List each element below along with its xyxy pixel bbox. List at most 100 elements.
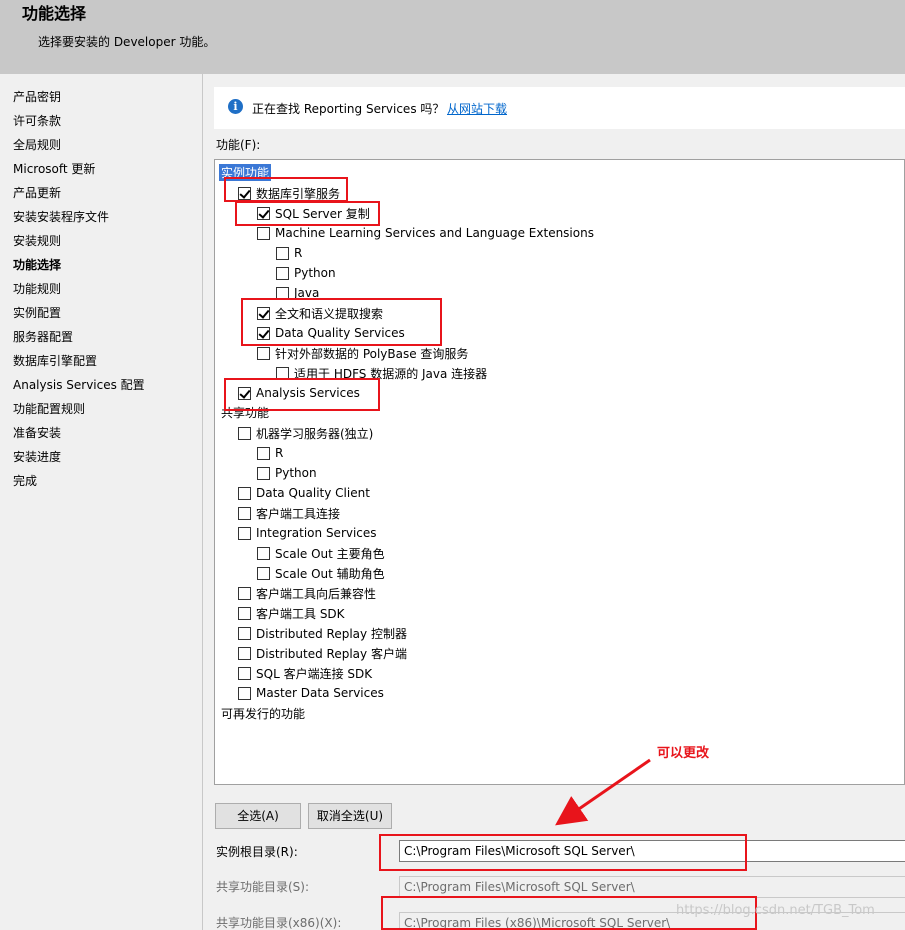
feature-item-client-tools-connectivity[interactable]: 客户端工具连接: [238, 504, 340, 522]
checkbox[interactable]: [257, 306, 270, 320]
sidebar-item-feature-configuration-rules[interactable]: 功能配置规则: [13, 400, 85, 417]
feature-item-ml-r[interactable]: R: [276, 244, 302, 262]
feature-item-data-quality-services[interactable]: Data Quality Services: [257, 324, 405, 342]
checkbox[interactable]: [257, 346, 270, 360]
feature-tree[interactable]: 实例功能 数据库引擎服务 SQL Server 复制 Machine Learn…: [214, 159, 905, 785]
redistributable-features-header[interactable]: 可再发行的功能: [221, 705, 305, 722]
sidebar-item-server-configuration[interactable]: 服务器配置: [13, 328, 73, 345]
feature-item-client-tools-backwards-compat[interactable]: 客户端工具向后兼容性: [238, 584, 376, 602]
feature-item-hdfs-java-connector[interactable]: 适用于 HDFS 数据源的 Java 连接器: [276, 364, 487, 382]
feature-item-full-text-search[interactable]: 全文和语义提取搜索: [257, 304, 383, 322]
sidebar-item-product-key[interactable]: 产品密钥: [13, 88, 61, 105]
checkbox[interactable]: [238, 506, 251, 520]
instance-features-header[interactable]: 实例功能: [219, 164, 272, 181]
checkbox[interactable]: [257, 326, 270, 340]
feature-item-master-data-services[interactable]: Master Data Services: [238, 684, 384, 702]
feature-label: Java: [294, 286, 320, 300]
feature-item-machine-learning-services[interactable]: Machine Learning Services and Language E…: [257, 224, 594, 242]
checkbox[interactable]: [257, 206, 270, 220]
sidebar-item-license-terms[interactable]: 许可条款: [13, 112, 61, 129]
select-all-button[interactable]: 全选(A): [215, 803, 301, 829]
page-title: 功能选择: [22, 4, 87, 23]
checkbox[interactable]: [257, 546, 270, 560]
feature-label: Python: [294, 266, 336, 280]
checkbox[interactable]: [238, 526, 251, 540]
sidebar: 产品密钥 许可条款 全局规则 Microsoft 更新 产品更新 安装安装程序文…: [0, 74, 203, 930]
checkbox[interactable]: [276, 266, 289, 280]
feature-label: Distributed Replay 客户端: [256, 646, 407, 661]
feature-item-integration-services[interactable]: Integration Services: [238, 524, 377, 542]
feature-item-scale-out-master[interactable]: Scale Out 主要角色: [257, 544, 385, 562]
features-label: 功能(F):: [216, 138, 261, 152]
sidebar-item-feature-rules[interactable]: 功能规则: [13, 280, 61, 297]
feature-item-database-engine[interactable]: 数据库引擎服务: [238, 184, 340, 202]
feature-label: R: [294, 246, 303, 260]
feature-item-standalone-python[interactable]: Python: [257, 464, 317, 482]
checkbox[interactable]: [276, 366, 289, 380]
checkbox[interactable]: [257, 446, 270, 460]
feature-item-sql-client-connectivity-sdk[interactable]: SQL 客户端连接 SDK: [238, 664, 372, 682]
checkbox[interactable]: [238, 686, 251, 700]
shared-features-header[interactable]: 共享功能: [221, 404, 269, 421]
checkbox[interactable]: [276, 246, 289, 260]
feature-label: Python: [275, 466, 317, 480]
sidebar-item-global-rules[interactable]: 全局规则: [13, 136, 61, 153]
feature-item-sql-replication[interactable]: SQL Server 复制: [257, 204, 370, 222]
checkbox[interactable]: [276, 286, 289, 300]
feature-item-ml-java[interactable]: Java: [276, 284, 319, 302]
checkbox[interactable]: [257, 566, 270, 580]
checkbox[interactable]: [238, 186, 251, 200]
checkbox[interactable]: [238, 626, 251, 640]
checkbox[interactable]: [238, 606, 251, 620]
feature-label: 客户端工具 SDK: [256, 606, 345, 621]
feature-item-client-tools-sdk[interactable]: 客户端工具 SDK: [238, 604, 345, 622]
sidebar-item-installation-progress[interactable]: 安装进度: [13, 448, 61, 465]
sidebar-item-ready-to-install[interactable]: 准备安装: [13, 424, 61, 441]
feature-label: 针对外部数据的 PolyBase 查询服务: [275, 346, 469, 361]
sidebar-item-product-updates[interactable]: 产品更新: [13, 184, 61, 201]
checkbox[interactable]: [238, 486, 251, 500]
shared-dir-x86-label: 共享功能目录(x86)(X):: [216, 916, 342, 930]
checkbox[interactable]: [238, 646, 251, 660]
feature-item-distributed-replay-controller[interactable]: Distributed Replay 控制器: [238, 624, 407, 642]
checkbox[interactable]: [238, 586, 251, 600]
checkbox[interactable]: [238, 386, 251, 400]
feature-item-analysis-services[interactable]: Analysis Services: [238, 384, 360, 402]
info-text: 正在查找 Reporting Services 吗？: [252, 102, 445, 116]
feature-label: Distributed Replay 控制器: [256, 626, 407, 641]
checkbox[interactable]: [238, 666, 251, 680]
sidebar-item-feature-selection[interactable]: 功能选择: [13, 256, 61, 273]
feature-item-data-quality-client[interactable]: Data Quality Client: [238, 484, 370, 502]
sidebar-item-instance-configuration[interactable]: 实例配置: [13, 304, 61, 321]
sidebar-item-microsoft-update[interactable]: Microsoft 更新: [13, 160, 95, 177]
feature-item-ml-server-standalone[interactable]: 机器学习服务器(独立): [238, 424, 373, 442]
instance-root-label: 实例根目录(R):: [216, 845, 298, 859]
page-header: 功能选择 选择要安装的 Developer 功能。: [0, 0, 905, 74]
feature-label: 适用于 HDFS 数据源的 Java 连接器: [294, 366, 488, 381]
feature-label: 客户端工具连接: [256, 506, 341, 521]
feature-label: 数据库引擎服务: [256, 186, 341, 201]
feature-label: Master Data Services: [256, 686, 384, 700]
download-from-web-link[interactable]: 从网站下载: [447, 100, 507, 117]
instance-root-input[interactable]: C:\Program Files\Microsoft SQL Server\: [399, 840, 905, 862]
feature-item-polybase[interactable]: 针对外部数据的 PolyBase 查询服务: [257, 344, 468, 362]
sidebar-item-analysis-services-configuration[interactable]: Analysis Services 配置: [13, 376, 145, 393]
feature-item-distributed-replay-client[interactable]: Distributed Replay 客户端: [238, 644, 407, 662]
unselect-all-button[interactable]: 取消全选(U): [308, 803, 392, 829]
feature-item-standalone-r[interactable]: R: [257, 444, 283, 462]
feature-label: Machine Learning Services and Language E…: [275, 226, 594, 240]
watermark: https://blog.csdn.net/TGB_Tom: [676, 903, 875, 918]
feature-label: R: [275, 446, 284, 460]
checkbox[interactable]: [238, 426, 251, 440]
shared-dir-input: C:\Program Files\Microsoft SQL Server\: [399, 876, 905, 898]
feature-label: Integration Services: [256, 526, 377, 540]
sidebar-item-install-setup-files[interactable]: 安装安装程序文件: [13, 208, 109, 225]
checkbox[interactable]: [257, 226, 270, 240]
feature-item-ml-python[interactable]: Python: [276, 264, 336, 282]
checkbox[interactable]: [257, 466, 270, 480]
sidebar-item-install-rules[interactable]: 安装规则: [13, 232, 61, 249]
sidebar-item-database-engine-configuration[interactable]: 数据库引擎配置: [13, 352, 97, 369]
feature-label: Analysis Services: [256, 386, 360, 400]
sidebar-item-complete[interactable]: 完成: [13, 472, 37, 489]
feature-item-scale-out-worker[interactable]: Scale Out 辅助角色: [257, 564, 385, 582]
